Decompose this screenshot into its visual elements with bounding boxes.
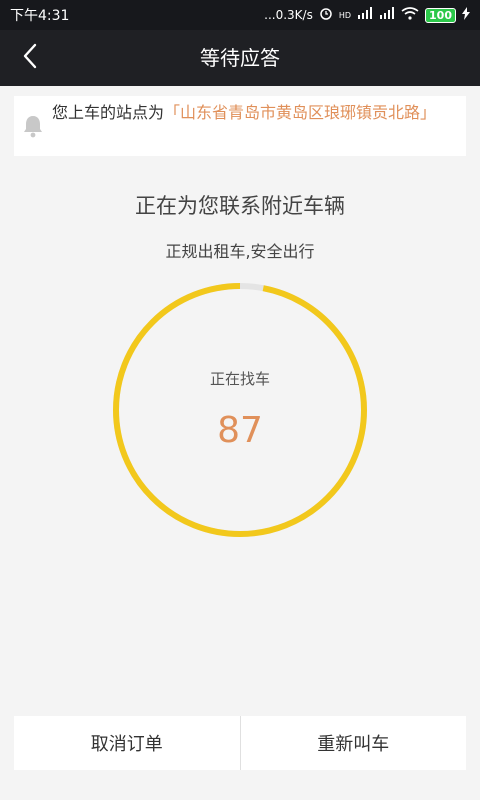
charging-icon [462,6,470,24]
action-bar: 取消订单 重新叫车 [14,716,466,770]
signal-icon [357,7,373,23]
progress-count: 87 [217,410,263,451]
status-time: 下午4:31 [10,8,70,24]
alarm-icon [319,6,333,24]
hd-badge: HD [338,10,352,20]
pickup-notice: 您上车的站点为「山东省青岛市黄岛区琅琊镇贡北路」 [14,96,466,156]
progress-label: 正在找车 [209,370,270,388]
search-headline: 正在为您联系附近车辆 [135,194,345,218]
wifi-icon [401,6,419,24]
battery-indicator: 100 [425,7,456,23]
page-title: 等待应答 [200,46,280,70]
bell-icon [22,114,44,146]
signal-icon-2 [379,7,395,23]
pickup-prefix: 您上车的站点为 [52,103,165,122]
status-bar: 下午4:31 ...0.3K/s HD 100 [0,0,480,30]
recall-button[interactable]: 重新叫车 [241,716,467,770]
pickup-address: 「山东省青岛市黄岛区琅琊镇贡北路」 [164,103,437,122]
status-icons: ...0.3K/s HD 100 [264,6,470,24]
cancel-order-button[interactable]: 取消订单 [14,716,240,770]
network-speed: ...0.3K/s [264,8,313,22]
nav-bar: 等待应答 [0,30,480,86]
search-subline: 正规出租车,安全出行 [165,242,315,261]
